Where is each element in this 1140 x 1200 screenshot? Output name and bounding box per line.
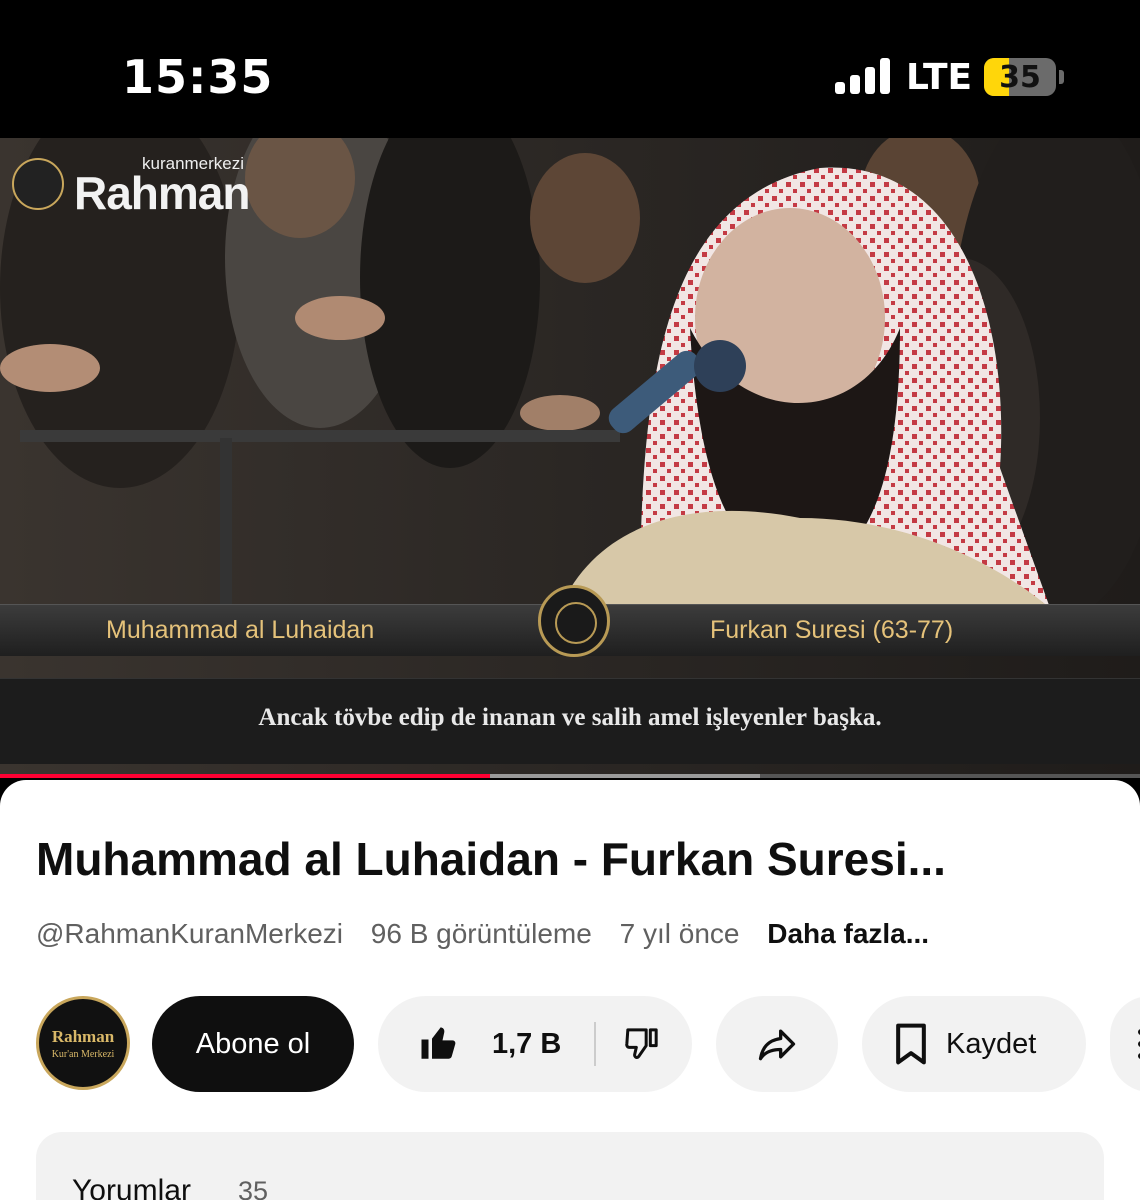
channel-avatar[interactable]: Rahman Kur'an Merkezi	[36, 996, 130, 1090]
comments-section[interactable]: Yorumlar 35	[36, 1132, 1104, 1200]
network-type: LTE	[906, 57, 973, 98]
view-count: 96 B görüntüleme	[370, 918, 592, 949]
save-button[interactable]: Kaydet	[862, 996, 1086, 1092]
video-subtitle: Ancak tövbe edip de inanan ve salih amel…	[258, 704, 882, 731]
share-icon	[758, 1029, 796, 1061]
progress-bar[interactable]	[0, 774, 1140, 778]
dislike-icon[interactable]	[622, 1024, 662, 1064]
subscribe-button[interactable]: Abone ol	[152, 996, 354, 1092]
status-bar: 15:35 LTE 35	[0, 0, 1140, 138]
more-icon	[1138, 1029, 1140, 1059]
avatar-brand-text: Rahman	[51, 1027, 115, 1046]
battery-icon: 35	[984, 58, 1056, 96]
video-player[interactable]: kuranmerkezi Rahman Muhammad al Luhaidan…	[0, 138, 1140, 778]
like-icon[interactable]	[418, 1022, 460, 1064]
surah-name: Furkan Suresi (63-77)	[710, 616, 954, 644]
battery-tip	[1059, 70, 1064, 84]
share-button[interactable]	[716, 996, 838, 1092]
reciter-name: Muhammad al Luhaidan	[106, 616, 375, 644]
battery-percent: 35	[999, 60, 1041, 95]
channel-handle[interactable]: @RahmanKuranMerkezi	[36, 918, 343, 949]
bookmark-icon	[896, 1023, 926, 1065]
like-count[interactable]: 1,7 B	[492, 1028, 561, 1061]
comments-label: Yorumlar	[72, 1174, 191, 1200]
status-time: 15:35	[122, 50, 274, 104]
channel-watermark-logo	[12, 158, 64, 210]
video-title[interactable]: Muhammad al Luhaidan - Furkan Suresi...	[36, 832, 946, 886]
show-more-link[interactable]: Daha fazla...	[767, 918, 929, 949]
like-divider	[594, 1022, 596, 1066]
medallion-logo	[538, 585, 610, 657]
comments-count: 35	[238, 1176, 269, 1200]
watermark-brand: Rahman	[74, 167, 250, 219]
upload-age: 7 yıl önce	[619, 918, 740, 949]
signal-icon	[835, 58, 893, 94]
progress-played	[0, 774, 491, 778]
avatar-sub-text: Kur'an Merkezi	[51, 1049, 115, 1060]
video-meta[interactable]: @RahmanKuranMerkezi 96 B görüntüleme 7 y…	[36, 918, 949, 950]
like-dislike-group: 1,7 B	[378, 996, 692, 1092]
save-label: Kaydet	[946, 1028, 1037, 1060]
